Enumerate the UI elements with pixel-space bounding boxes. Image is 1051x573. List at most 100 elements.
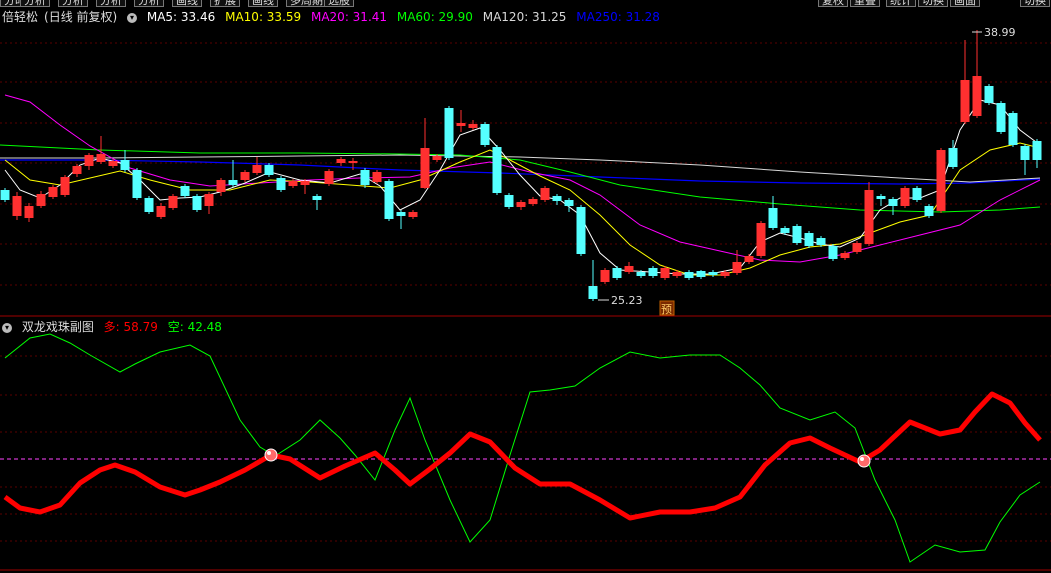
candle-body [672, 272, 682, 276]
candle [744, 254, 754, 264]
candle-body [540, 188, 550, 200]
candle-body [732, 262, 742, 273]
candle-body [72, 166, 82, 174]
candle [1032, 139, 1042, 168]
candle [840, 251, 850, 260]
candle-body [924, 206, 934, 216]
candle-body [120, 160, 130, 170]
candle [468, 120, 478, 130]
candle [696, 270, 706, 279]
candle-body [1020, 146, 1030, 160]
candle [492, 145, 502, 195]
candle [504, 193, 514, 209]
candle-body [996, 103, 1006, 132]
candle-body [384, 181, 394, 219]
candle-body [684, 272, 694, 278]
candle-body [180, 186, 190, 196]
candle-body [300, 181, 310, 185]
candle [204, 192, 214, 214]
candle-body [504, 195, 514, 207]
candle-body [852, 243, 862, 252]
candle [408, 210, 418, 219]
candle [684, 270, 694, 280]
candle-body [468, 124, 478, 128]
candle [792, 224, 802, 245]
forecast-badge-label: 预 [661, 303, 672, 316]
candle-body [936, 150, 946, 211]
candle-body [564, 200, 574, 206]
candle-body [888, 199, 898, 206]
candle-body [84, 155, 94, 166]
candle-body [192, 196, 202, 210]
candle-body [828, 246, 838, 259]
candle-body [1032, 141, 1042, 160]
candle [756, 221, 766, 258]
candle-body [276, 178, 286, 190]
forecast-badge[interactable]: 预 [659, 300, 675, 316]
candle-body [876, 196, 886, 199]
candle [216, 178, 226, 196]
candle-body [636, 272, 646, 276]
candle-body [456, 123, 466, 126]
candle [552, 194, 562, 205]
candle [384, 179, 394, 221]
candle-body [864, 190, 874, 244]
candle [132, 168, 142, 200]
candle-body [48, 187, 58, 197]
candle-body [516, 202, 526, 207]
candle [480, 122, 490, 147]
candle-body [780, 228, 790, 233]
candle [996, 101, 1006, 134]
candle-body [912, 188, 922, 200]
candle-body [228, 180, 238, 185]
candle-body [624, 266, 634, 272]
candle [36, 191, 46, 208]
candle [60, 175, 70, 197]
candle [924, 204, 934, 218]
candle [240, 170, 250, 182]
candle [660, 266, 670, 280]
candle-body [576, 207, 586, 254]
candle [396, 210, 406, 229]
candle [324, 169, 334, 186]
candle-body [948, 148, 958, 167]
candle-body [264, 165, 274, 175]
candle [420, 118, 430, 189]
candle-body [336, 159, 346, 163]
candle [900, 186, 910, 208]
candle [768, 196, 778, 230]
candle-body [324, 171, 334, 184]
candle-body [444, 108, 454, 158]
candle [804, 231, 814, 248]
candle [192, 194, 202, 212]
main-grid [0, 42, 1051, 286]
candle [540, 186, 550, 202]
ma120-line [0, 154, 1041, 183]
candle-body [432, 156, 442, 160]
candle-body [840, 253, 850, 258]
candle [984, 84, 994, 105]
candle-body [1008, 113, 1018, 145]
candle [120, 150, 130, 172]
candle [828, 244, 838, 261]
candle [48, 185, 58, 199]
candle [648, 266, 658, 278]
candle-body [168, 196, 178, 208]
candle [180, 184, 190, 198]
candle-body [972, 76, 982, 116]
ma20-line [4, 94, 1041, 263]
candle [300, 179, 310, 194]
candle [1008, 111, 1018, 147]
candle-body [900, 188, 910, 206]
candle [336, 157, 346, 166]
candle-body [36, 194, 46, 206]
candle [168, 194, 178, 210]
candle-body [216, 180, 226, 192]
candle [960, 40, 970, 124]
candle-body [660, 268, 670, 278]
stock-chart[interactable]: 38.99 25.23 预 [0, 0, 1051, 573]
candle-body [240, 172, 250, 180]
candle-body [24, 206, 34, 218]
candle [588, 260, 598, 301]
candle-body [360, 170, 370, 185]
